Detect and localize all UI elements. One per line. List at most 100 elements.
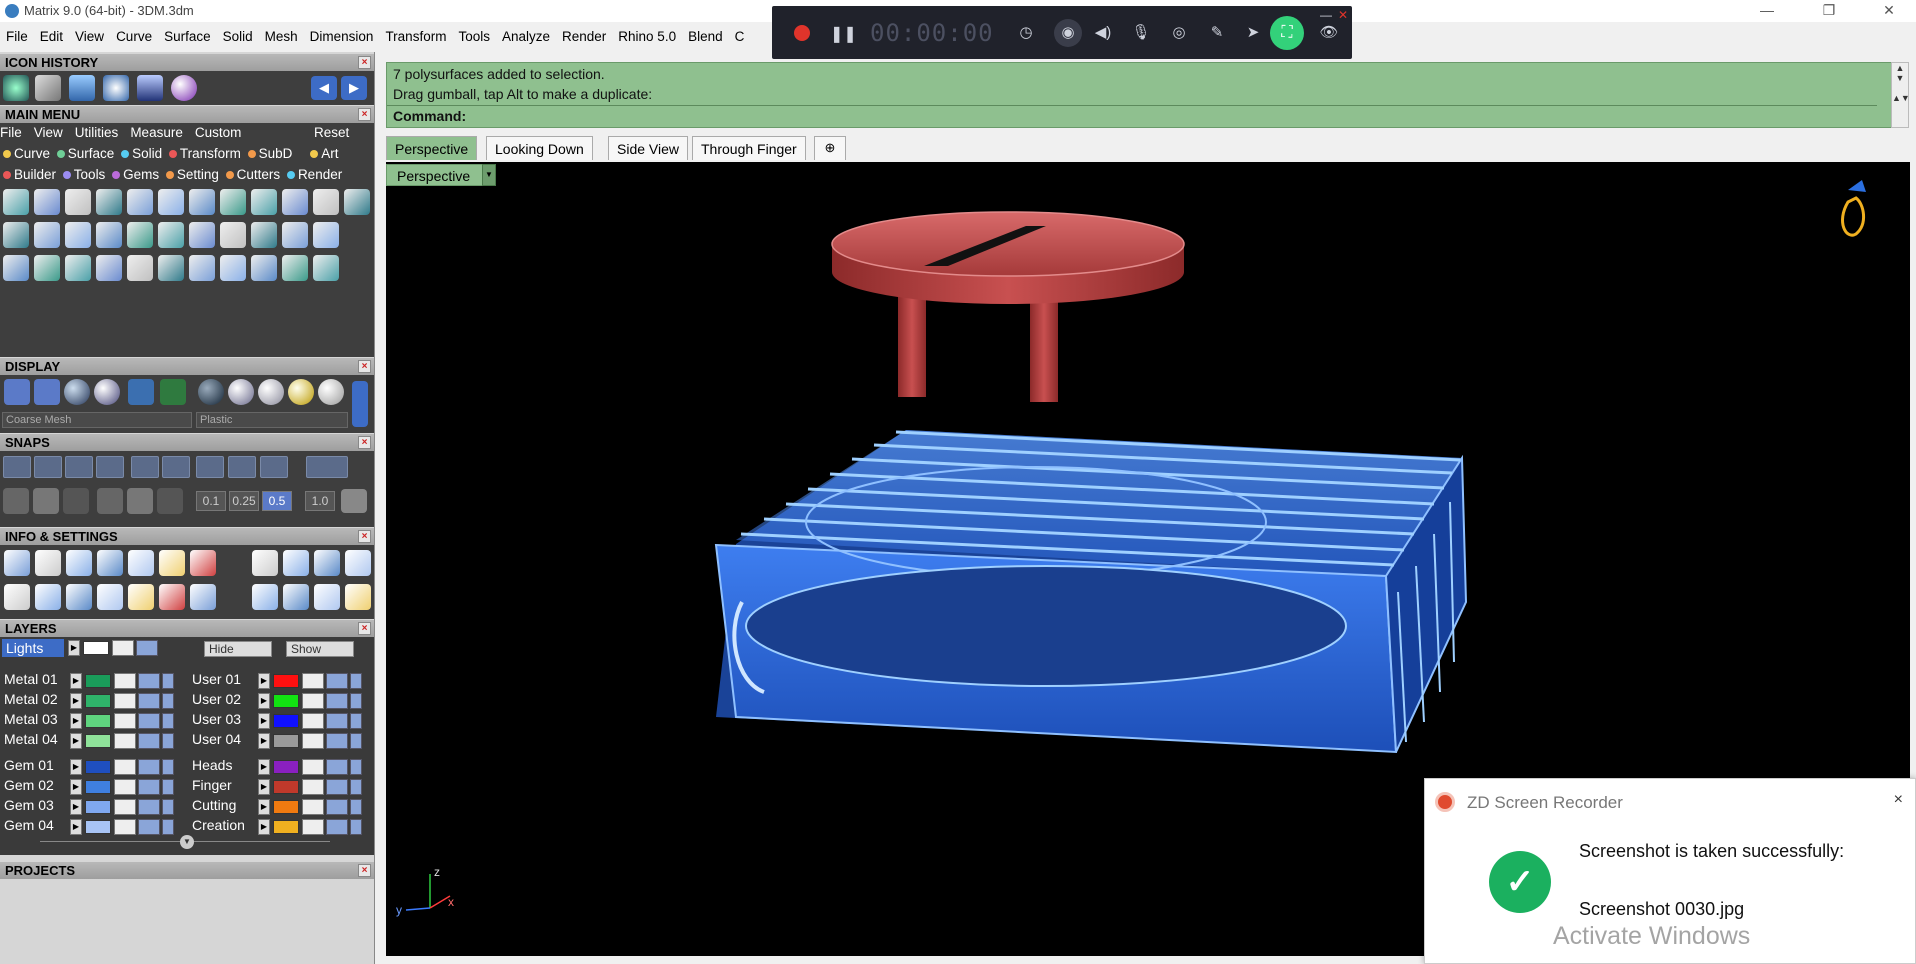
material-select[interactable]: Plastic — [196, 412, 348, 428]
pause-icon[interactable]: ❚❚ — [830, 24, 857, 44]
layer-color-swatch[interactable] — [273, 780, 299, 794]
visibility-icon[interactable] — [138, 733, 160, 749]
leaf-icon[interactable] — [220, 189, 246, 215]
layer-color-swatch[interactable] — [85, 800, 111, 814]
visibility-icon[interactable] — [138, 673, 160, 689]
surface-tool-icon[interactable] — [34, 189, 60, 215]
layer-extra-icon[interactable] — [162, 673, 174, 689]
visibility-icon[interactable] — [138, 779, 160, 795]
rail-icon[interactable] — [189, 189, 215, 215]
lock-icon[interactable] — [302, 799, 324, 815]
add-tab-icon[interactable]: ⊕ — [814, 136, 846, 160]
curve-tool-icon[interactable] — [3, 189, 29, 215]
visibility-icon[interactable] — [326, 819, 348, 835]
pointer-icon[interactable]: ➤ — [1242, 22, 1264, 44]
expand-arrow-icon[interactable]: ▶ — [70, 713, 82, 729]
layer-extra-icon[interactable] — [162, 713, 174, 729]
xray-icon[interactable] — [128, 379, 154, 405]
expand-arrow-icon[interactable]: ▶ — [70, 733, 82, 749]
cat-setting[interactable]: Setting — [177, 167, 219, 182]
notification-close-icon[interactable]: × — [1894, 791, 1903, 809]
snap-quad-icon[interactable] — [260, 456, 288, 478]
cat-cutters[interactable]: Cutters — [237, 167, 281, 182]
lock-icon[interactable] — [114, 819, 136, 835]
curve-edit-icon[interactable] — [159, 584, 185, 610]
grid-toggle-icon[interactable] — [341, 489, 367, 513]
layer-color-swatch[interactable] — [85, 820, 111, 834]
expand-arrow-icon[interactable]: ▶ — [258, 819, 270, 835]
metal-gem-layer-name[interactable]: Gem 03 — [4, 797, 54, 813]
tripod-icon[interactable] — [314, 584, 340, 610]
layer-color-swatch[interactable] — [85, 734, 111, 748]
metal-gem-layer-name[interactable]: Gem 02 — [4, 777, 54, 793]
layer-color-swatch[interactable] — [85, 674, 111, 688]
cut-icon[interactable] — [282, 255, 308, 281]
layer-extra-icon[interactable] — [162, 759, 174, 775]
expand-arrow-icon[interactable]: ▶ — [258, 673, 270, 689]
mesh-quality-select[interactable]: Coarse Mesh — [2, 412, 192, 428]
microphone-icon[interactable]: 🎙 — [1130, 22, 1152, 44]
user-layer-name[interactable]: User 03 — [192, 711, 241, 727]
user-layer-name[interactable]: User 02 — [192, 691, 241, 707]
expand-arrow-icon[interactable]: ▶ — [258, 779, 270, 795]
tab-looking-down[interactable]: Looking Down — [486, 136, 593, 160]
layer-extra-icon[interactable] — [162, 693, 174, 709]
command-area[interactable]: 7 polysurfaces added to selection. Drag … — [386, 62, 1896, 128]
main-menu-utilities[interactable]: Utilities — [75, 125, 119, 140]
expand-arrow-icon[interactable]: ▶ — [258, 759, 270, 775]
scale-icon[interactable] — [35, 75, 61, 101]
edit-icon[interactable] — [159, 550, 185, 576]
expand-arrow-icon[interactable]: ▶ — [258, 799, 270, 815]
close-icon[interactable]: × — [358, 530, 371, 543]
layer-extra-icon[interactable] — [350, 799, 362, 815]
lock-icon[interactable] — [302, 673, 324, 689]
monitor-icon[interactable] — [35, 584, 61, 610]
metal-gem-layer-name[interactable]: Metal 02 — [4, 691, 58, 707]
move-icon[interactable] — [127, 255, 153, 281]
layer-color-swatch[interactable] — [85, 760, 111, 774]
visibility-icon[interactable] — [326, 799, 348, 815]
cat-art[interactable]: Art — [321, 146, 338, 161]
pin-icon[interactable] — [282, 222, 308, 248]
planar-icon[interactable] — [127, 488, 153, 514]
menu-curve[interactable]: Curve — [110, 26, 158, 44]
metal-gem-layer-name[interactable]: Gem 04 — [4, 817, 54, 833]
light-icon[interactable] — [65, 189, 91, 215]
snap-mid-icon[interactable] — [96, 456, 124, 478]
ortho-icon[interactable] — [63, 488, 89, 514]
forward-arrow-icon[interactable]: ▶ — [341, 76, 367, 100]
snap-tan-icon[interactable] — [228, 456, 256, 478]
expand-arrow-icon[interactable]: ▶ — [258, 713, 270, 729]
main-menu-measure[interactable]: Measure — [130, 125, 183, 140]
gem-tool-icon[interactable] — [103, 75, 129, 101]
eye-icon[interactable]: 👁 — [1318, 22, 1340, 44]
layer-color-swatch[interactable] — [273, 714, 299, 728]
metal-gem-layer-name[interactable]: Metal 03 — [4, 711, 58, 727]
pen-icon[interactable]: ✎ — [1206, 22, 1228, 44]
expand-arrow-icon[interactable]: ▶ — [70, 693, 82, 709]
scale-icon[interactable] — [189, 255, 215, 281]
lock-icon[interactable] — [114, 759, 136, 775]
finger-size-icon[interactable] — [252, 584, 278, 610]
layer-extra-icon[interactable] — [162, 819, 174, 835]
shell-icon[interactable] — [251, 189, 277, 215]
cat-tools[interactable]: Tools — [74, 167, 106, 182]
menu-view[interactable]: View — [69, 26, 110, 44]
show-button[interactable]: Show — [286, 641, 354, 657]
command-scrollbar[interactable]: ▲ ▼ ▲▼ — [1891, 62, 1910, 128]
layer-color-swatch[interactable] — [273, 734, 299, 748]
close-icon[interactable]: × — [358, 56, 371, 69]
recorder-close-icon[interactable]: ✕ — [1338, 8, 1348, 22]
expand-arrow-icon[interactable]: ▶ — [70, 759, 82, 775]
metal-gem-layer-name[interactable]: Metal 01 — [4, 671, 58, 687]
cone-icon[interactable] — [137, 75, 163, 101]
band-icon[interactable] — [96, 222, 122, 248]
chip-icon[interactable] — [158, 189, 184, 215]
user-layer-name[interactable]: User 01 — [192, 671, 241, 687]
user-layer-name[interactable]: Creation — [192, 817, 245, 833]
book-icon[interactable] — [97, 584, 123, 610]
expand-arrow-icon[interactable]: ▶ — [70, 673, 82, 689]
fullscreen-icon[interactable]: ⛶ — [1270, 16, 1304, 50]
back-arrow-icon[interactable]: ◀ — [311, 76, 337, 100]
snap-center-icon[interactable] — [131, 456, 159, 478]
